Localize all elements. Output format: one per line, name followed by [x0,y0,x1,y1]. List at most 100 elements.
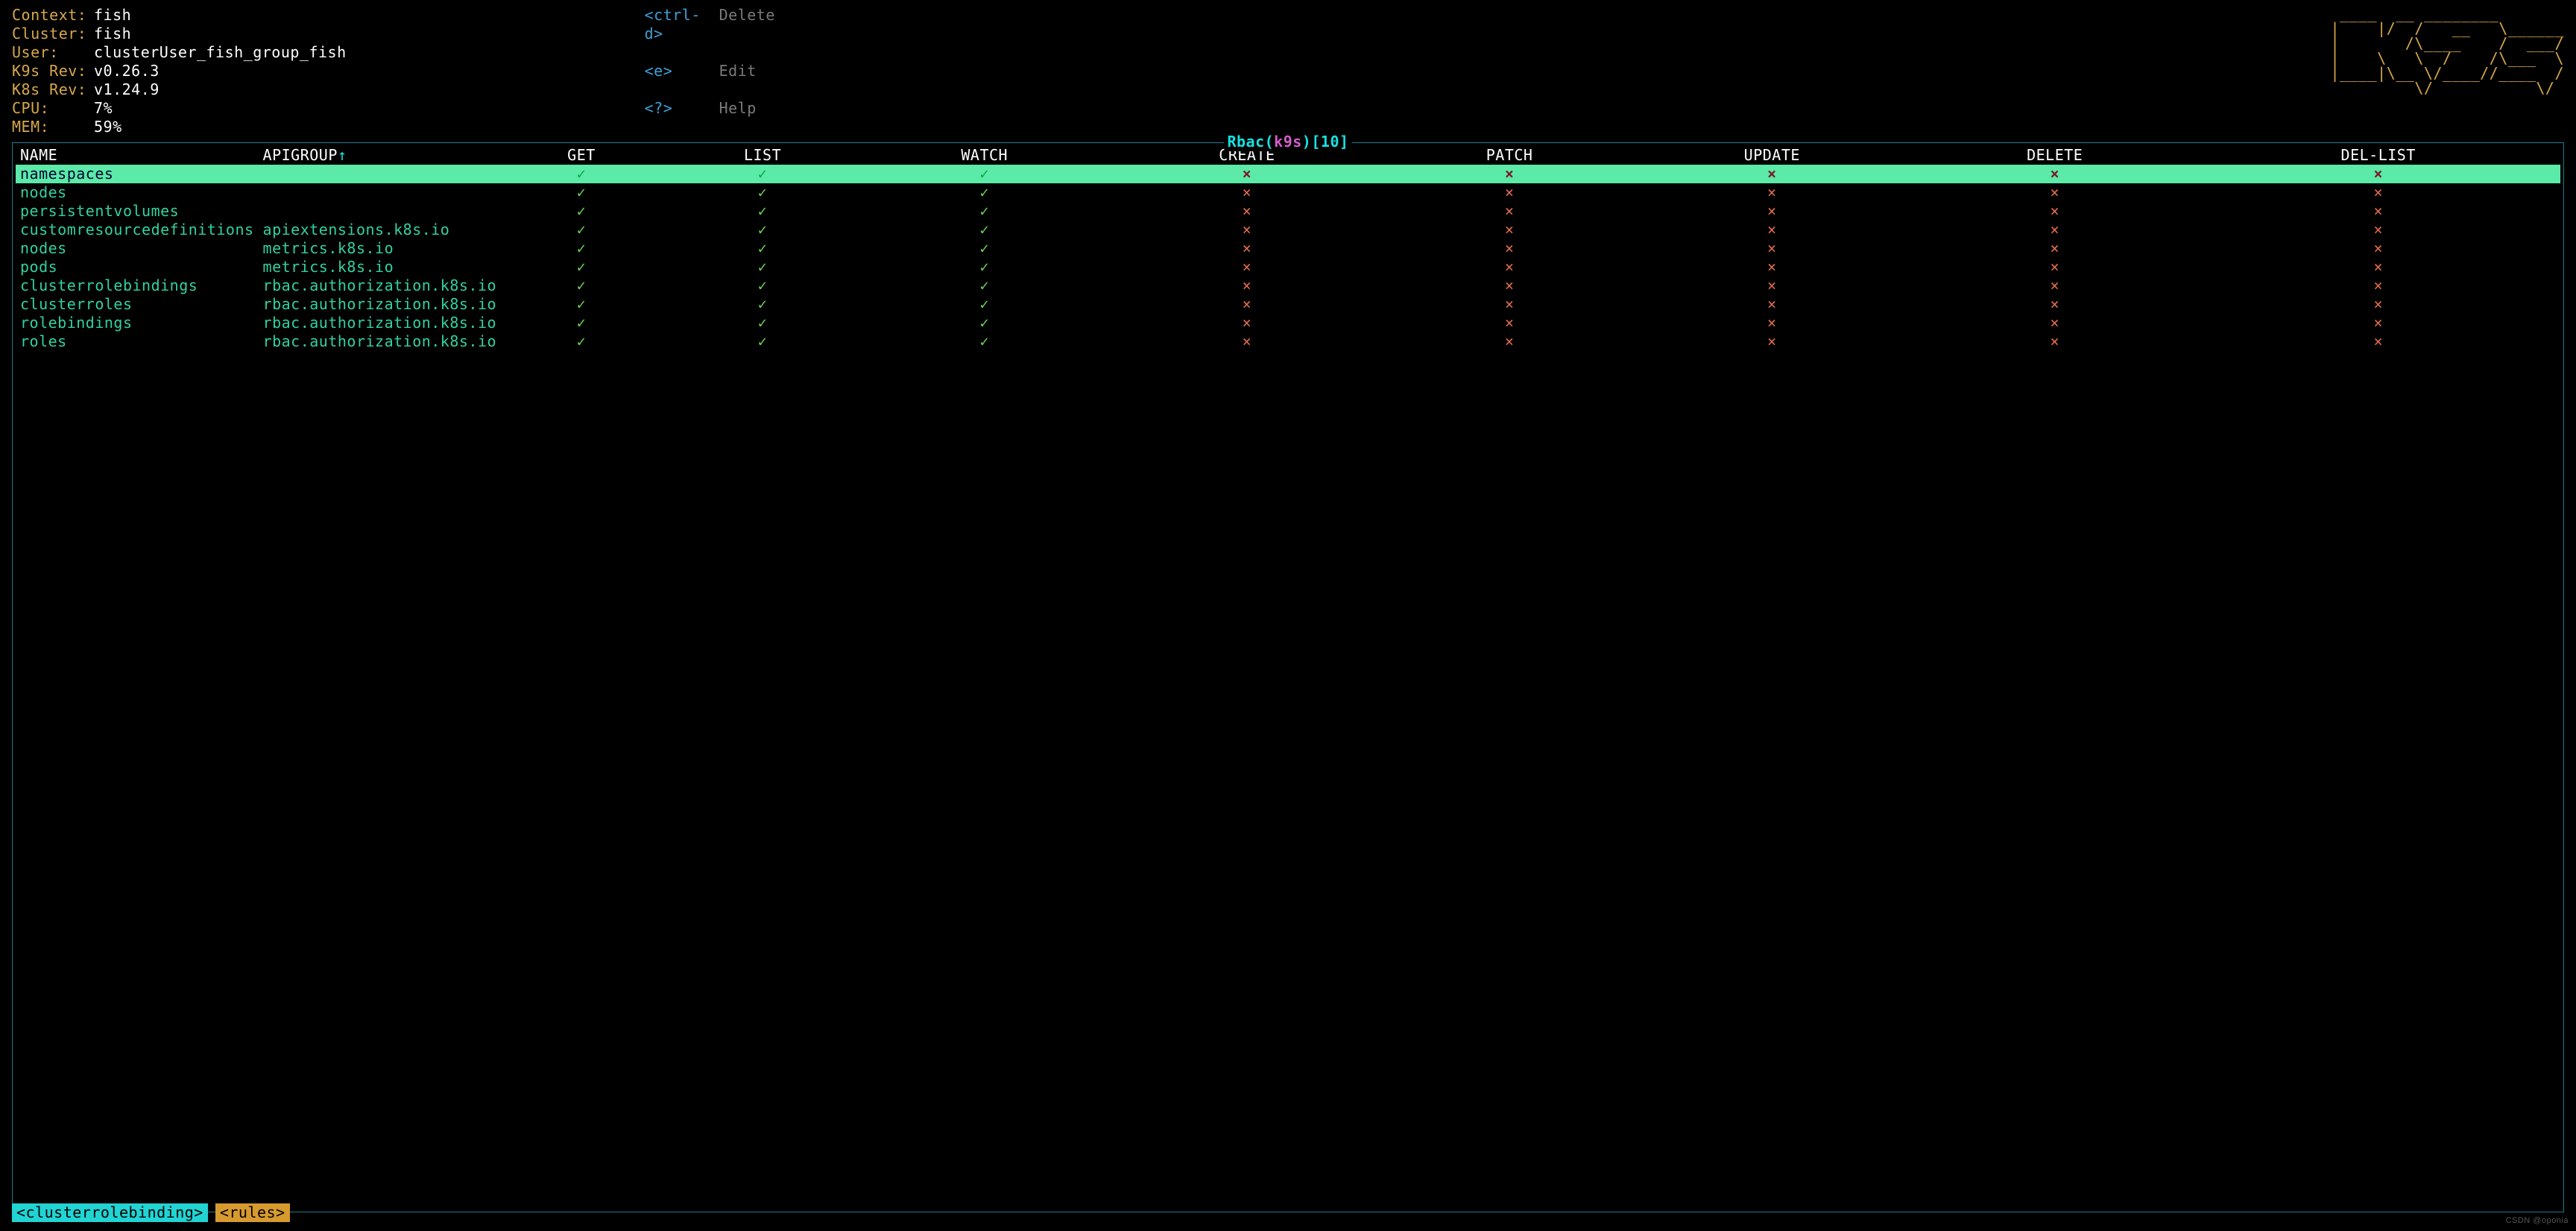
cell-dellist: × [2196,165,2560,183]
cell-patch: × [1389,165,1631,183]
column-header[interactable]: DEL-LIST [2196,146,2560,165]
panel-title: Rbac(k9s)[10] [1224,133,1351,151]
mem-value: 59% [94,118,347,136]
cell-get: ✓ [501,239,662,258]
column-header[interactable]: WATCH [863,146,1105,165]
cell-dellist: × [2196,314,2560,332]
cell-patch: × [1389,314,1631,332]
table-row[interactable]: rolesrbac.authorization.k8s.io✓✓✓××××× [16,332,2560,351]
k9srev-label: K9s Rev: [12,62,94,80]
cross-icon: × [2050,183,2059,201]
cpu-label: CPU: [12,99,94,118]
cell-dellist: × [2196,295,2560,314]
table-row[interactable]: persistentvolumes✓✓✓××××× [16,202,2560,221]
cell-update: × [1631,295,1913,314]
breadcrumb-item[interactable]: <clusterrolebinding> [12,1203,208,1222]
breadcrumb-item[interactable]: <rules> [215,1203,290,1222]
table-row[interactable]: namespaces✓✓✓××××× [16,165,2560,183]
check-icon: ✓ [758,165,768,183]
cell-patch: × [1389,221,1631,239]
check-icon: ✓ [577,183,587,201]
check-icon: ✓ [979,165,989,183]
cell-list: ✓ [662,314,863,332]
cross-icon: × [1243,165,1252,183]
check-icon: ✓ [979,276,989,294]
cross-icon: × [2373,276,2383,294]
table-row[interactable]: customresourcedefinitionsapiextensions.k… [16,221,2560,239]
cross-icon: × [2050,314,2059,332]
table-row[interactable]: nodes✓✓✓××××× [16,183,2560,202]
cell-get: ✓ [501,221,662,239]
cluster-label: Cluster: [12,25,94,43]
table-body[interactable]: namespaces✓✓✓×××××nodes✓✓✓×××××persisten… [16,165,2560,351]
table-row[interactable]: clusterrolesrbac.authorization.k8s.io✓✓✓… [16,295,2560,314]
breadcrumb: <clusterrolebinding> <rules> [12,1203,297,1222]
cell-dellist: × [2196,276,2560,295]
cell-patch: × [1389,239,1631,258]
check-icon: ✓ [979,258,989,276]
table-row[interactable]: rolebindingsrbac.authorization.k8s.io✓✓✓… [16,314,2560,332]
table-row[interactable]: podsmetrics.k8s.io✓✓✓××××× [16,258,2560,276]
cross-icon: × [1243,332,1252,350]
cell-delete: × [1913,239,2196,258]
check-icon: ✓ [979,239,989,257]
command-key: <?> [645,99,719,136]
cell-update: × [1631,239,1913,258]
cross-icon: × [1505,221,1515,238]
cell-patch: × [1389,183,1631,202]
cell-update: × [1631,276,1913,295]
cell-get: ✓ [501,202,662,221]
column-header[interactable]: NAME [16,146,259,165]
column-header[interactable]: UPDATE [1631,146,1913,165]
cell-list: ✓ [662,295,863,314]
cell-dellist: × [2196,332,2560,351]
cross-icon: × [2050,332,2059,350]
check-icon: ✓ [577,221,587,238]
context-label: Context: [12,6,94,25]
cross-icon: × [1505,239,1515,257]
column-header[interactable]: PATCH [1389,146,1631,165]
cell-get: ✓ [501,332,662,351]
cell-create: × [1105,276,1388,295]
cross-icon: × [1767,258,1777,276]
command-key: <e> [645,62,719,99]
cross-icon: × [1767,183,1777,201]
cell-create: × [1105,221,1388,239]
cell-dellist: × [2196,183,2560,202]
column-header[interactable]: APIGROUP↑ [259,146,502,165]
table-row[interactable]: clusterrolebindingsrbac.authorization.k8… [16,276,2560,295]
column-header[interactable]: GET [501,146,662,165]
cell-update: × [1631,202,1913,221]
cell-name: clusterrolebindings [16,276,259,295]
cell-list: ✓ [662,239,863,258]
cell-get: ✓ [501,165,662,183]
check-icon: ✓ [577,165,587,183]
check-icon: ✓ [758,295,768,313]
cell-dellist: × [2196,202,2560,221]
cross-icon: × [1767,239,1777,257]
cell-watch: ✓ [863,239,1105,258]
cross-icon: × [1243,183,1252,201]
rbac-panel: Rbac(k9s)[10] NAMEAPIGROUP↑GETLISTWATCHC… [12,142,2564,1212]
cell-create: × [1105,332,1388,351]
cell-delete: × [1913,314,2196,332]
watermark: CSDN @oponia [2506,1216,2569,1227]
cross-icon: × [1505,276,1515,294]
context-value: fish [94,6,347,25]
cross-icon: × [2373,332,2383,350]
check-icon: ✓ [577,295,587,313]
column-header[interactable]: LIST [662,146,863,165]
cell-name: namespaces [16,165,259,183]
column-header[interactable]: DELETE [1913,146,2196,165]
cross-icon: × [1243,276,1252,294]
title-bracket2: ] [1339,133,1349,151]
cross-icon: × [1243,295,1252,313]
command-desc: Help [719,99,775,136]
cross-icon: × [2050,295,2059,313]
table-row[interactable]: nodesmetrics.k8s.io✓✓✓××××× [16,239,2560,258]
cross-icon: × [1767,165,1777,183]
mem-label: MEM: [12,118,94,136]
cell-apigroup [259,183,502,202]
rbac-table[interactable]: NAMEAPIGROUP↑GETLISTWATCHCREATEPATCHUPDA… [16,146,2560,351]
check-icon: ✓ [758,258,768,276]
